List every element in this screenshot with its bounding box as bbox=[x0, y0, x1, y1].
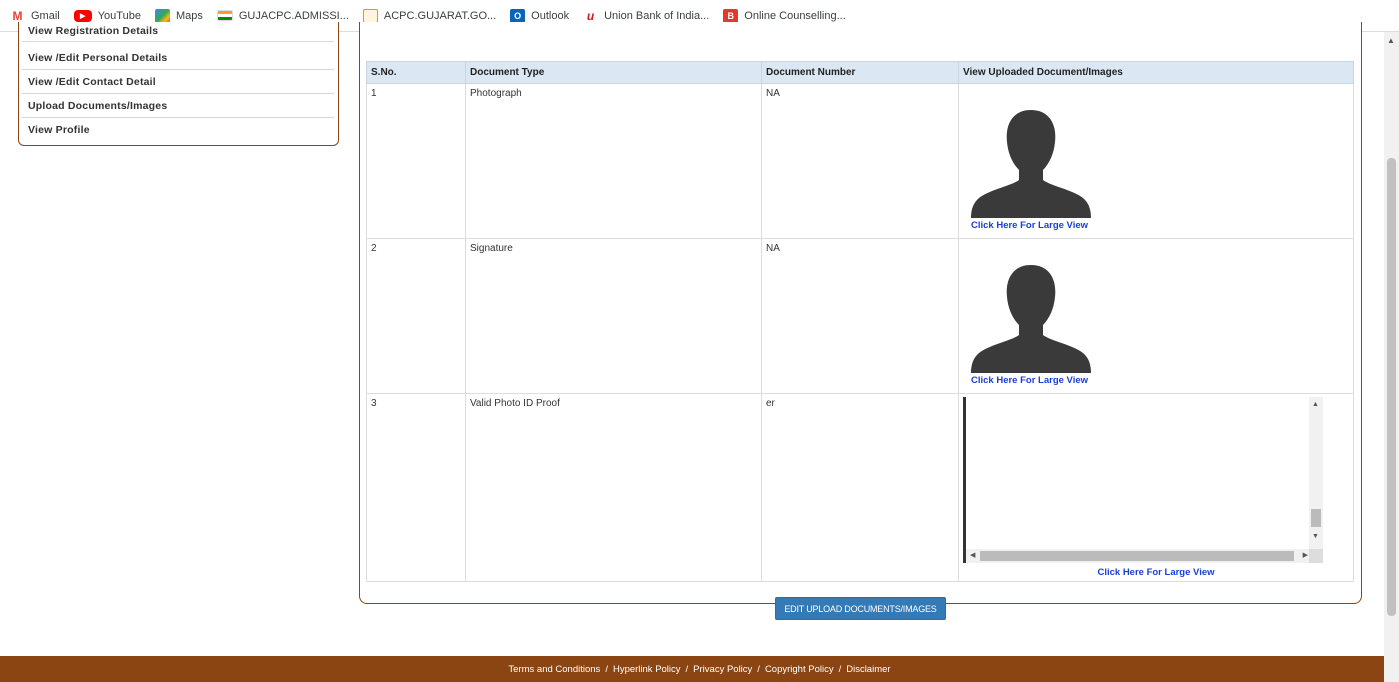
scroll-left-icon[interactable]: ◀ bbox=[970, 551, 975, 559]
row-document-type: Valid Photo ID Proof bbox=[465, 393, 762, 582]
scrollbar-corner bbox=[1309, 549, 1323, 563]
scroll-thumb[interactable] bbox=[980, 551, 1294, 561]
page-scrollbar[interactable]: ▲ bbox=[1384, 32, 1399, 682]
scroll-down-icon[interactable]: ▼ bbox=[1312, 533, 1319, 540]
counselling-icon: B bbox=[723, 8, 739, 23]
row-sno: 2 bbox=[366, 238, 466, 394]
column-header-view-uploaded: View Uploaded Document/Images bbox=[958, 61, 1354, 84]
horizontal-scrollbar[interactable]: ◀ ▶ bbox=[966, 549, 1312, 563]
footer-separator: / bbox=[838, 663, 842, 675]
document-preview-frame[interactable]: ▲ ▼ ◀ ▶ bbox=[963, 397, 1323, 563]
scroll-thumb[interactable] bbox=[1311, 509, 1321, 527]
row-sno: 3 bbox=[366, 393, 466, 582]
row-sno: 1 bbox=[366, 83, 466, 239]
bookmark-acpc[interactable]: ACPC.GUJARAT.GO... bbox=[362, 8, 496, 23]
table-header-row: S.No. Document Type Document Number View… bbox=[366, 61, 1354, 84]
column-header-document-type: Document Type bbox=[465, 61, 762, 84]
row-document-number: NA bbox=[761, 83, 959, 239]
row-document-number: NA bbox=[761, 238, 959, 394]
sidebar-item-edit-contact[interactable]: View /Edit Contact Detail bbox=[22, 70, 334, 94]
person-silhouette-icon[interactable] bbox=[969, 106, 1093, 218]
footer-separator: / bbox=[757, 663, 760, 675]
acpc-logo-icon bbox=[362, 8, 378, 23]
sidebar-item-view-profile[interactable]: View Profile bbox=[22, 118, 334, 142]
table-row: 2 Signature NA Click Here For Large View bbox=[366, 238, 1354, 394]
footer-link-privacy-policy[interactable]: Privacy Policy bbox=[693, 664, 752, 675]
scroll-right-icon[interactable]: ▶ bbox=[1303, 551, 1308, 559]
footer: Terms and Conditions / Hyperlink Policy … bbox=[0, 656, 1399, 682]
scroll-up-icon[interactable]: ▲ bbox=[1312, 401, 1319, 408]
column-header-sno: S.No. bbox=[366, 61, 466, 84]
large-view-link[interactable]: Click Here For Large View bbox=[971, 375, 1349, 386]
person-silhouette-icon[interactable] bbox=[969, 261, 1093, 373]
row-document-type: Photograph bbox=[465, 83, 762, 239]
documents-table: S.No. Document Type Document Number View… bbox=[366, 61, 1354, 582]
bookmark-outlook[interactable]: O Outlook bbox=[510, 8, 569, 23]
vertical-scrollbar[interactable]: ▲ ▼ bbox=[1309, 397, 1323, 549]
edit-upload-documents-button[interactable]: EDIT UPLOAD DOCUMENTS/IMAGES bbox=[775, 597, 946, 620]
union-bank-icon: u bbox=[586, 8, 595, 23]
sidebar-menu: View Registration Details View /Edit Per… bbox=[18, 22, 339, 146]
footer-link-disclaimer[interactable]: Disclaimer bbox=[846, 664, 890, 675]
column-header-document-number: Document Number bbox=[761, 61, 959, 84]
scroll-up-icon[interactable]: ▲ bbox=[1387, 36, 1395, 45]
sidebar-item-edit-personal[interactable]: View /Edit Personal Details bbox=[22, 46, 334, 70]
sidebar-item-view-registration[interactable]: View Registration Details bbox=[22, 20, 334, 42]
bookmark-online-counselling[interactable]: B Online Counselling... bbox=[723, 8, 846, 23]
large-view-link[interactable]: Click Here For Large View bbox=[963, 567, 1349, 578]
outlook-icon: O bbox=[510, 8, 526, 23]
footer-link-hyperlink-policy[interactable]: Hyperlink Policy bbox=[613, 664, 681, 675]
row-document-preview: Click Here For Large View bbox=[958, 238, 1354, 394]
table-row: 1 Photograph NA Click Here For Large Vie… bbox=[366, 83, 1354, 239]
table-row: 3 Valid Photo ID Proof er ▲ ▼ ◀ ▶ Click … bbox=[366, 393, 1354, 582]
footer-link-terms[interactable]: Terms and Conditions bbox=[508, 664, 600, 675]
footer-link-copyright-policy[interactable]: Copyright Policy bbox=[765, 664, 834, 675]
page-scroll-thumb[interactable] bbox=[1387, 158, 1396, 616]
footer-separator: / bbox=[605, 663, 608, 675]
large-view-link[interactable]: Click Here For Large View bbox=[971, 220, 1349, 231]
row-document-type: Signature bbox=[465, 238, 762, 394]
row-document-preview: ▲ ▼ ◀ ▶ Click Here For Large View bbox=[958, 393, 1354, 582]
row-document-number: er bbox=[761, 393, 959, 582]
sidebar-item-upload-documents[interactable]: Upload Documents/Images bbox=[22, 94, 334, 118]
bookmark-union-bank[interactable]: u Union Bank of India... bbox=[583, 9, 709, 23]
row-document-preview: Click Here For Large View bbox=[958, 83, 1354, 239]
footer-separator: / bbox=[685, 663, 689, 675]
